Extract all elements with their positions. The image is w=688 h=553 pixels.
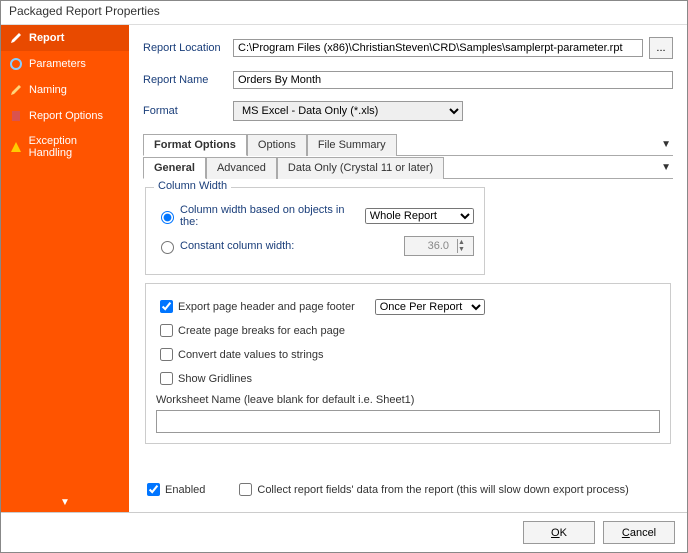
ok-button[interactable]: OK [523,521,595,544]
whole-report-select[interactable]: Whole Report [365,208,474,224]
tabbar-sub: General Advanced Data Only (Crystal 11 o… [143,156,673,179]
check-export-hf-label: Export page header and page footer [178,301,355,313]
window-title: Packaged Report Properties [1,1,687,25]
worksheet-name-input[interactable] [156,410,660,433]
chevron-down-icon[interactable]: ▼ [1,497,129,508]
radio-constant-width[interactable] [161,241,174,254]
tab-data-only[interactable]: Data Only (Crystal 11 or later) [277,157,444,179]
format-label: Format [143,105,233,117]
enabled-row[interactable]: Enabled [143,480,205,499]
tab-format-options[interactable]: Format Options [143,134,247,156]
constant-width-spinner[interactable]: ▲▼ [404,236,474,256]
report-location-input[interactable] [233,39,643,57]
column-width-group: Column Width Column width based on objec… [145,187,485,275]
check-enabled-label: Enabled [165,484,205,496]
report-location-label: Report Location [143,42,233,54]
check-enabled[interactable] [147,483,160,496]
pencil-icon [9,83,23,97]
report-name-label: Report Name [143,74,233,86]
sidebar-item-report-options[interactable]: Report Options [1,103,129,129]
radio-object-width-label: Column width based on objects in the: [180,204,365,228]
report-icon [9,109,23,123]
sidebar-item-report[interactable]: Report [1,25,129,51]
check-gridlines-label: Show Gridlines [178,373,252,385]
footer: OK Cancel [1,512,687,552]
parameters-icon [9,57,23,71]
tab-options[interactable]: Options [247,134,307,156]
group-legend: Column Width [154,180,231,192]
sidebar-item-label: Naming [29,84,67,96]
check-gridlines[interactable] [160,372,173,385]
radio-constant-width-label: Constant column width: [180,240,294,252]
check-collect[interactable] [239,483,252,496]
tab-file-summary[interactable]: File Summary [307,134,397,156]
sidebar-item-exception[interactable]: Exception Handling [1,129,129,165]
check-page-breaks[interactable] [160,324,173,337]
format-select[interactable]: MS Excel - Data Only (*.xls) [233,101,463,121]
browse-button[interactable]: ... [649,37,673,59]
cancel-button[interactable]: Cancel [603,521,675,544]
tabbar-main: Format Options Options File Summary ▼ [143,133,673,156]
report-name-input[interactable] [233,71,673,89]
export-options-group: Export page header and page footer Once … [145,283,671,444]
worksheet-name-label: Worksheet Name (leave blank for default … [156,394,660,406]
chevron-down-icon[interactable]: ▼ [661,139,673,150]
export-hf-select[interactable]: Once Per Report [375,299,485,315]
sidebar-item-naming[interactable]: Naming [1,77,129,103]
tab-advanced[interactable]: Advanced [206,157,277,179]
check-collect-label: Collect report fields' data from the rep… [257,484,628,496]
tab-general[interactable]: General [143,157,206,179]
check-page-breaks-label: Create page breaks for each page [178,325,345,337]
collect-row[interactable]: Collect report fields' data from the rep… [235,480,628,499]
sidebar-item-label: Parameters [29,58,86,70]
sidebar-item-label: Report Options [29,110,103,122]
chevron-down-icon[interactable]: ▼ [661,162,673,173]
sidebar-item-parameters[interactable]: Parameters [1,51,129,77]
warning-icon [9,140,23,154]
check-date-strings[interactable] [160,348,173,361]
constant-width-value[interactable] [405,239,451,253]
radio-object-width[interactable] [161,211,174,224]
sidebar-item-label: Exception Handling [29,135,121,159]
check-date-strings-label: Convert date values to strings [178,349,324,361]
check-export-hf[interactable] [160,300,173,313]
sidebar-item-label: Report [29,32,64,44]
sidebar: Report Parameters Naming Report Options [1,25,129,512]
pencil-icon [9,31,23,45]
